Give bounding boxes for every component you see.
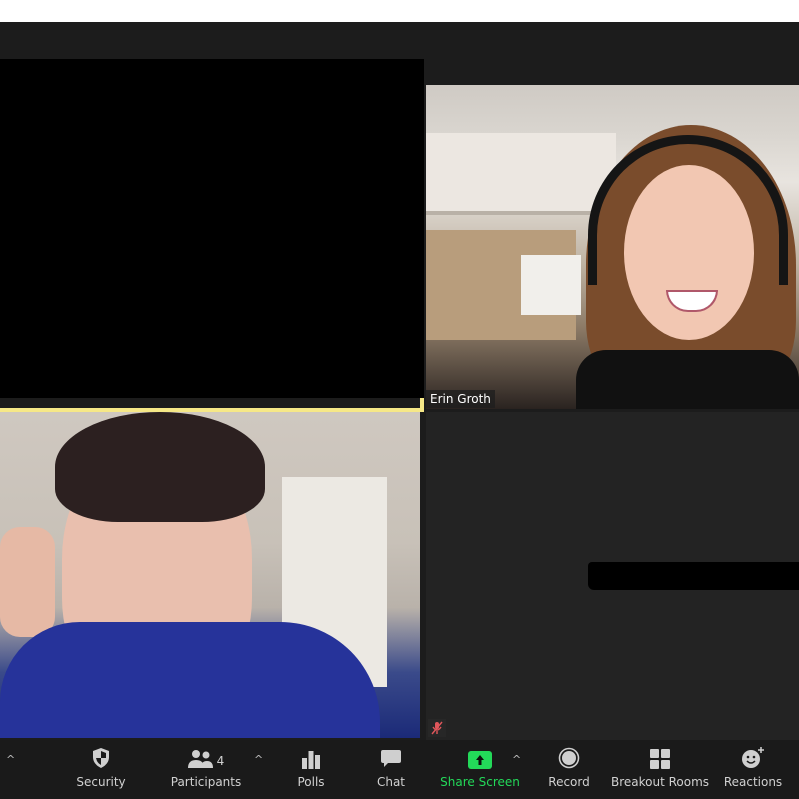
chat-label: Chat [376,775,406,789]
participants-button[interactable]: 4 Participants [170,740,242,799]
participant-video [576,125,799,409]
share-screen-icon [468,740,492,772]
background-box [521,255,581,315]
participant-tile-bottom-right[interactable] [426,412,799,740]
participants-icon: 4 [187,740,225,772]
participant-hand [0,527,55,637]
participant-hair [55,412,265,522]
record-icon [558,740,580,772]
meeting-toolbar: ^ Security 4 Participants ^ Polls Chat S… [0,740,799,799]
polls-button[interactable]: Polls [290,740,332,799]
share-screen-options-caret[interactable]: ^ [512,753,521,766]
shield-icon [92,740,110,772]
security-button[interactable]: Security [72,740,130,799]
audio-options-caret[interactable]: ^ [6,753,15,766]
chat-button[interactable]: Chat [370,740,412,799]
share-screen-button[interactable]: Share Screen [440,740,520,799]
polls-icon [301,740,321,772]
window-top-strip [0,0,799,22]
participant-tile-active-speaker[interactable] [0,412,420,738]
breakout-rooms-icon [650,740,670,772]
muted-mic-icon [428,719,446,737]
active-speaker-border-edge [420,398,424,412]
reactions-button[interactable]: Reactions [722,740,784,799]
polls-label: Polls [297,775,325,789]
breakout-rooms-button[interactable]: Breakout Rooms [610,740,710,799]
share-screen-label: Share Screen [440,775,520,789]
participant-tile-top-left[interactable] [0,59,424,398]
participant-shirt [0,622,380,738]
reactions-label: Reactions [723,775,783,789]
participant-name-label: Erin Groth [426,390,495,408]
participant-tile-erin-groth[interactable]: Erin Groth [426,85,799,409]
redacted-name [588,562,799,590]
breakout-rooms-label: Breakout Rooms [610,775,710,789]
participants-options-caret[interactable]: ^ [254,753,263,766]
chat-icon [380,740,402,772]
record-button[interactable]: Record [545,740,593,799]
record-label: Record [548,775,590,789]
reactions-icon [741,740,765,772]
participant-count: 4 [216,754,225,768]
security-label: Security [76,775,126,789]
participants-label: Participants [170,775,242,789]
